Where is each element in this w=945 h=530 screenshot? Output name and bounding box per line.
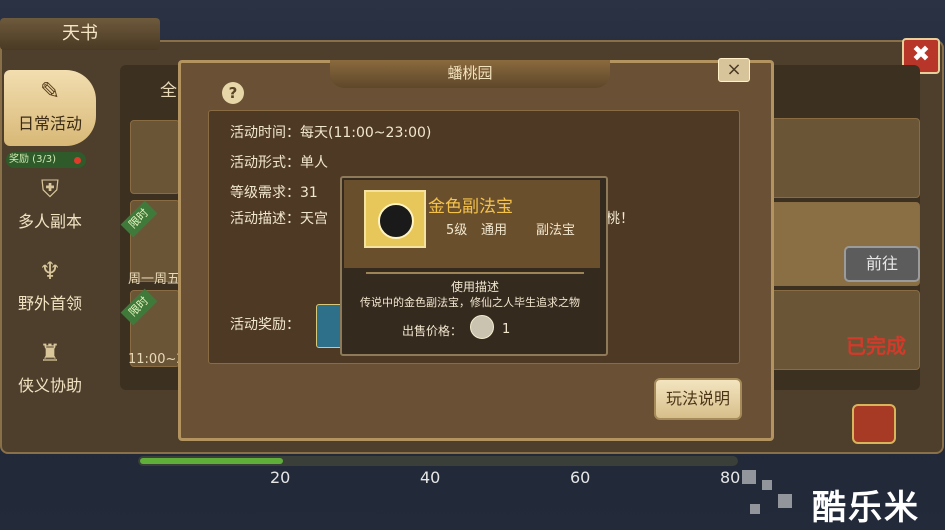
watermark-text: 酷乐米 — [812, 488, 920, 528]
treasure-chest-icon[interactable] — [852, 404, 896, 444]
desc-label: 活动描述： — [230, 211, 300, 227]
rules-button[interactable]: 玩法说明 — [654, 378, 742, 420]
level-label: 等级需求： — [230, 185, 300, 201]
completed-label: 已完成 — [846, 334, 906, 358]
reward-label: 活动奖励： — [230, 317, 300, 333]
use-desc-title: 使用描述 — [451, 280, 500, 294]
desc-value-start: 天宫 — [300, 211, 328, 227]
close-icon[interactable]: × — [718, 58, 750, 82]
item-level: 5级 — [446, 223, 468, 238]
divider — [366, 272, 584, 274]
progress-tick: 40 — [420, 468, 441, 487]
activity-level: 等级需求：31 — [230, 182, 318, 202]
sidebar-item-daily[interactable]: ✎ 日常活动 — [4, 70, 96, 146]
progress-tick: 60 — [570, 468, 591, 487]
demon-icon: ♆ — [39, 257, 61, 285]
sidebar-item-label: 多人副本 — [17, 212, 82, 231]
watermark-logo-icon — [742, 470, 802, 524]
form-value: 单人 — [300, 155, 328, 171]
price-value: 1 — [502, 322, 511, 337]
sidebar: ✎ 日常活动 ⛨ 多人副本 ♆ 野外首领 ♜ 侠义协助 — [0, 70, 100, 400]
activity-schedule: 周一周五 — [128, 272, 181, 287]
level-value: 31 — [300, 185, 318, 201]
sidebar-item-assist[interactable]: ♜ 侠义协助 — [4, 332, 96, 408]
coin-icon — [470, 315, 494, 339]
sidebar-item-dungeon[interactable]: ⛨ 多人副本 — [4, 168, 96, 244]
item-name: 金色副法宝 — [428, 197, 513, 217]
helmet-icon: ⛨ — [41, 175, 59, 203]
price-label: 出售价格： — [402, 324, 463, 338]
item-type: 副法宝 — [536, 223, 576, 238]
sidebar-item-label: 野外首领 — [17, 294, 82, 313]
tab-all[interactable]: 全 — [160, 76, 177, 101]
activity-card-icon — [130, 120, 180, 194]
goto-button[interactable]: 前往 — [844, 246, 920, 282]
dialog-title: 蟠桃园 — [330, 60, 610, 88]
sidebar-item-label: 日常活动 — [17, 114, 82, 133]
form-label: 活动形式： — [230, 155, 300, 171]
use-desc-text: 传说中的金色副法宝，修仙之人毕生追求之物 — [360, 296, 580, 309]
yin-yang-icon — [364, 190, 426, 248]
item-usage: 通用 — [481, 223, 508, 238]
progress-tick: 20 — [270, 468, 291, 487]
time-label: 活动时间： — [230, 125, 300, 141]
scroll-icon: ✎ — [39, 77, 61, 105]
time-value: 每天(11:00~23:00) — [300, 125, 432, 141]
notification-dot — [74, 157, 81, 164]
progress-fill — [140, 458, 283, 464]
sidebar-item-boss[interactable]: ♆ 野外首领 — [4, 250, 96, 326]
activity-time: 活动时间：每天(11:00~23:00) — [230, 122, 431, 142]
desc-value-end: 桃！ — [606, 211, 634, 227]
sidebar-item-label: 侠义协助 — [17, 376, 82, 395]
activity-form: 活动形式：单人 — [230, 152, 328, 172]
activity-row — [768, 118, 920, 198]
progress-tick: 80 — [720, 468, 741, 487]
help-icon[interactable]: ? — [222, 82, 244, 104]
activity-desc: 活动描述：天宫 — [230, 208, 328, 228]
hat-icon: ♜ — [39, 339, 61, 367]
window-title: 天书 — [0, 18, 160, 50]
